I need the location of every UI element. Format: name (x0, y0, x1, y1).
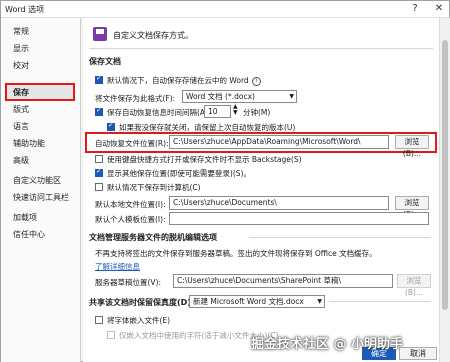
page-header: 自定义文档保存方式。 (113, 31, 193, 40)
minutes-unit-label: 分钟(M) (243, 108, 271, 117)
chevron-down-icon: ▼ (317, 298, 322, 305)
onedrive-autosave-checkbox[interactable] (95, 74, 103, 84)
save-format-label: 将文件保存为此格式(F): (95, 94, 176, 103)
header-divider (89, 48, 433, 49)
window-title: Word 选项 (5, 5, 45, 14)
sidebar-item-language[interactable]: 语言 (13, 121, 29, 132)
recover-location-label: 自动恢复文件位置(R): (95, 139, 169, 148)
autorecover-checkbox[interactable] (95, 106, 103, 116)
watermark: 掘金技术社区 @ 小明助手 (251, 337, 404, 352)
fidelity-section-divider (329, 301, 431, 302)
local-location-label: 默认本地文件位置(I): (95, 200, 166, 209)
fidelity-label: 共享该文档时保留保真度(D): (89, 298, 195, 307)
save-options-panel: 自定义文档保存方式。 保存文档 默认情况下，自动保存存储在云中的 Wordi 将… (83, 18, 439, 362)
server-drafts-input[interactable]: C:\Users\zhuce\Documents\SharePoint 草稿\ (173, 274, 393, 288)
chevron-down-icon: ▼ (289, 93, 294, 100)
recover-location-input[interactable]: C:\Users\zhuce\AppData\Roaming\Microsoft… (169, 135, 389, 149)
options-sidebar: 常规 显示 校对 保存 版式 语言 辅助功能 高级 自定义功能区 快速访问工具栏… (1, 18, 81, 362)
server-drafts-label: 服务器草稿位置(V): (95, 278, 162, 287)
learn-more-link[interactable]: 了解详细信息 (95, 261, 140, 272)
info-icon: i (251, 76, 261, 86)
browse-recover-button[interactable]: 浏览(B)... (395, 135, 429, 158)
server-section-divider (249, 237, 431, 238)
sidebar-item-general[interactable]: 常规 (13, 26, 29, 37)
browse-local-button[interactable]: 浏览(B)... (395, 196, 429, 219)
sidebar-item-customize-ribbon[interactable]: 自定义功能区 (13, 175, 61, 186)
sidebar-item-save[interactable]: 保存 (13, 87, 29, 98)
sidebar-item-proofing[interactable]: 校对 (13, 60, 29, 71)
word-options-dialog: Word 选项 ? ✕ 常规 显示 校对 保存 版式 语言 辅助功能 高级 自定… (0, 0, 450, 362)
keep-last-version-checkbox[interactable] (107, 121, 115, 131)
help-button[interactable]: ? (405, 1, 425, 17)
server-drafts-description: 不再支持将签出的文件保存到服务器草稿。签出的文件现将保存到 Office 文档缓… (95, 249, 377, 258)
cancel-button[interactable]: 取消 (399, 347, 437, 360)
no-backstage-checkbox[interactable] (95, 155, 103, 163)
show-other-locations-label: 显示其他保存位置(即使可能需要登录)(S)。 (107, 169, 251, 178)
show-other-locations-checkbox[interactable] (95, 167, 103, 177)
autorecover-minutes-input[interactable]: 10 (204, 105, 231, 118)
section-server-offline: 文档管理服务器文件的脱机编辑选项 (89, 233, 217, 242)
sidebar-item-quick-access-toolbar[interactable]: 快速访问工具栏 (13, 192, 69, 203)
scrollbar-thumb[interactable] (442, 40, 448, 310)
autorecover-label: 保存自动恢复信息时间间隔(A) (107, 108, 208, 117)
save-document-icon (93, 27, 107, 41)
local-location-input[interactable]: C:\Users\zhuce\Documents\ (169, 196, 389, 210)
embed-used-chars-checkbox[interactable] (107, 331, 115, 339)
save-to-computer-checkbox[interactable] (95, 183, 103, 191)
save-format-select[interactable]: Word 文档 (*.docx) ▼ (182, 90, 297, 103)
minutes-stepper[interactable]: ▲ ▼ (233, 104, 238, 116)
save-to-computer-label: 默认情况下保存到计算机(C) (107, 183, 201, 192)
browse-drafts-button[interactable]: 浏览(B)... (397, 274, 431, 297)
onedrive-autosave-label: 默认情况下，自动保存存储在云中的 Word i (107, 75, 261, 86)
personal-template-label: 默认个人模板位置(I): (95, 215, 166, 224)
sidebar-item-trust-center[interactable]: 信任中心 (13, 229, 45, 240)
title-bar: Word 选项 ? ✕ (1, 1, 449, 18)
sidebar-item-addins[interactable]: 加载项 (13, 212, 37, 223)
no-backstage-label: 使用键盘快捷方式打开或保存文件时不显示 Backstage(S) (107, 155, 302, 164)
embed-fonts-label: 将字体嵌入文件(E) (107, 316, 171, 325)
personal-template-input[interactable] (169, 212, 429, 225)
sidebar-item-display[interactable]: 显示 (13, 43, 29, 54)
embed-fonts-checkbox[interactable] (95, 316, 103, 324)
sidebar-item-advanced[interactable]: 高级 (13, 155, 29, 166)
close-button[interactable]: ✕ (429, 1, 449, 17)
fidelity-document-select[interactable]: 新建 Microsoft Word 文档.docx ▼ (189, 295, 325, 308)
sidebar-item-layout[interactable]: 版式 (13, 104, 29, 115)
section-save-documents: 保存文档 (89, 57, 121, 66)
sidebar-item-accessibility[interactable]: 辅助功能 (13, 138, 45, 149)
vertical-scrollbar[interactable] (439, 18, 450, 362)
